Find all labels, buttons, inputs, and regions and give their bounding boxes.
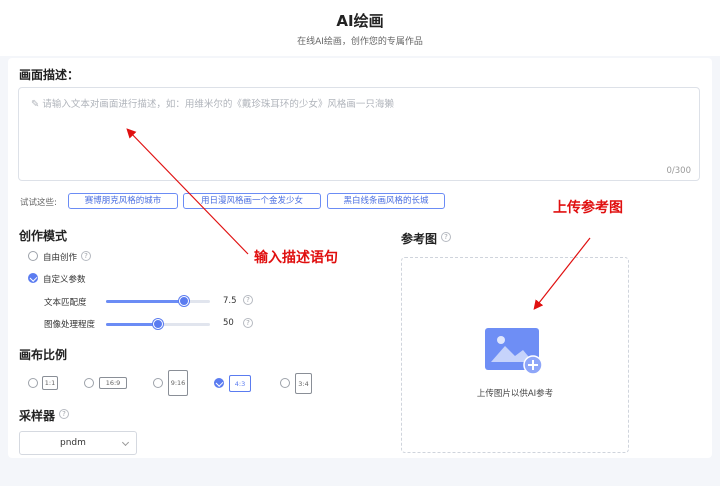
prompt-chip-cyberpunk[interactable]: 赛博朋克风格的城市 xyxy=(68,193,178,209)
ratio-16-9-box[interactable]: 16:9 xyxy=(99,377,127,389)
image-strength-label: 图像处理程度 xyxy=(44,320,96,330)
description-placeholder: ✎ 请输入文本对画面进行描述，如：用维米尔的《戴珍珠耳环的少女》风格画一只海獭 xyxy=(31,99,394,110)
sampler-value: pndm xyxy=(60,438,86,448)
mode-free-radio[interactable] xyxy=(28,251,38,261)
image-strength-slider[interactable] xyxy=(106,319,210,329)
text-match-value: 7.5 xyxy=(223,296,237,306)
text-match-slider[interactable] xyxy=(106,296,210,306)
ratio-16-9-radio[interactable] xyxy=(84,378,94,388)
reference-label: 参考图 xyxy=(401,232,438,246)
page-header: AI绘画 在线AI绘画，创作您的专属作品 xyxy=(0,0,720,56)
text-match-slider-fill xyxy=(106,300,184,303)
ratio-1-1-radio[interactable] xyxy=(28,378,38,388)
image-strength-value: 50 xyxy=(223,318,234,328)
description-label: 画面描述： xyxy=(19,68,80,82)
input-hint-annotation: 输入描述语句 xyxy=(254,250,338,266)
image-strength-slider-thumb[interactable] xyxy=(153,319,163,329)
char-counter: 0/300 xyxy=(666,166,692,176)
ratio-9-16-radio[interactable] xyxy=(153,378,163,388)
prompt-chip-great-wall[interactable]: 黑白线条画风格的长城 xyxy=(327,193,445,209)
mode-custom-radio[interactable] xyxy=(28,273,38,283)
mode-free-label: 自由创作 xyxy=(43,253,78,263)
mode-free-help-icon[interactable]: ? xyxy=(81,251,91,261)
upload-hint-annotation: 上传参考图 xyxy=(553,200,623,216)
image-strength-slider-fill xyxy=(106,323,158,326)
prompt-chip-anime-girl[interactable]: 用日漫风格画一个金发少女 xyxy=(183,193,321,209)
chevron-down-icon xyxy=(121,438,130,447)
ratio-1-1-box[interactable]: 1:1 xyxy=(42,376,58,390)
mode-label: 创作模式 xyxy=(19,229,68,243)
ratio-9-16-box[interactable]: 9:16 xyxy=(168,370,188,396)
page-title: AI绘画 xyxy=(336,12,384,30)
reference-help-icon[interactable]: ? xyxy=(441,232,451,242)
ratio-4-3-radio[interactable] xyxy=(214,378,224,388)
sampler-label: 采样器 xyxy=(19,409,56,423)
canvas-ratio-label: 画布比例 xyxy=(19,348,68,362)
ratio-3-4-box[interactable]: 3:4 xyxy=(295,373,312,394)
try-prompts-label: 试试这些: xyxy=(20,198,57,208)
page-subtitle: 在线AI绘画，创作您的专属作品 xyxy=(297,37,423,47)
pencil-icon: ✎ xyxy=(31,99,40,110)
ratio-4-3-box[interactable]: 4:3 xyxy=(229,375,251,392)
upload-hint-text: 上传图片以供AI参考 xyxy=(476,389,554,399)
image-upload-icon xyxy=(485,328,543,374)
sampler-help-icon[interactable]: ? xyxy=(59,409,69,419)
reference-upload-area[interactable]: 上传图片以供AI参考 xyxy=(401,257,629,453)
text-match-slider-thumb[interactable] xyxy=(179,296,189,306)
text-match-label: 文本匹配度 xyxy=(44,298,87,308)
mode-custom-label: 自定义参数 xyxy=(43,275,86,285)
description-input[interactable]: ✎ 请输入文本对画面进行描述，如：用维米尔的《戴珍珠耳环的少女》风格画一只海獭 0… xyxy=(18,87,700,181)
image-strength-help-icon[interactable]: ? xyxy=(243,318,253,328)
ratio-3-4-radio[interactable] xyxy=(280,378,290,388)
text-match-help-icon[interactable]: ? xyxy=(243,295,253,305)
sampler-select[interactable]: pndm xyxy=(19,431,137,455)
